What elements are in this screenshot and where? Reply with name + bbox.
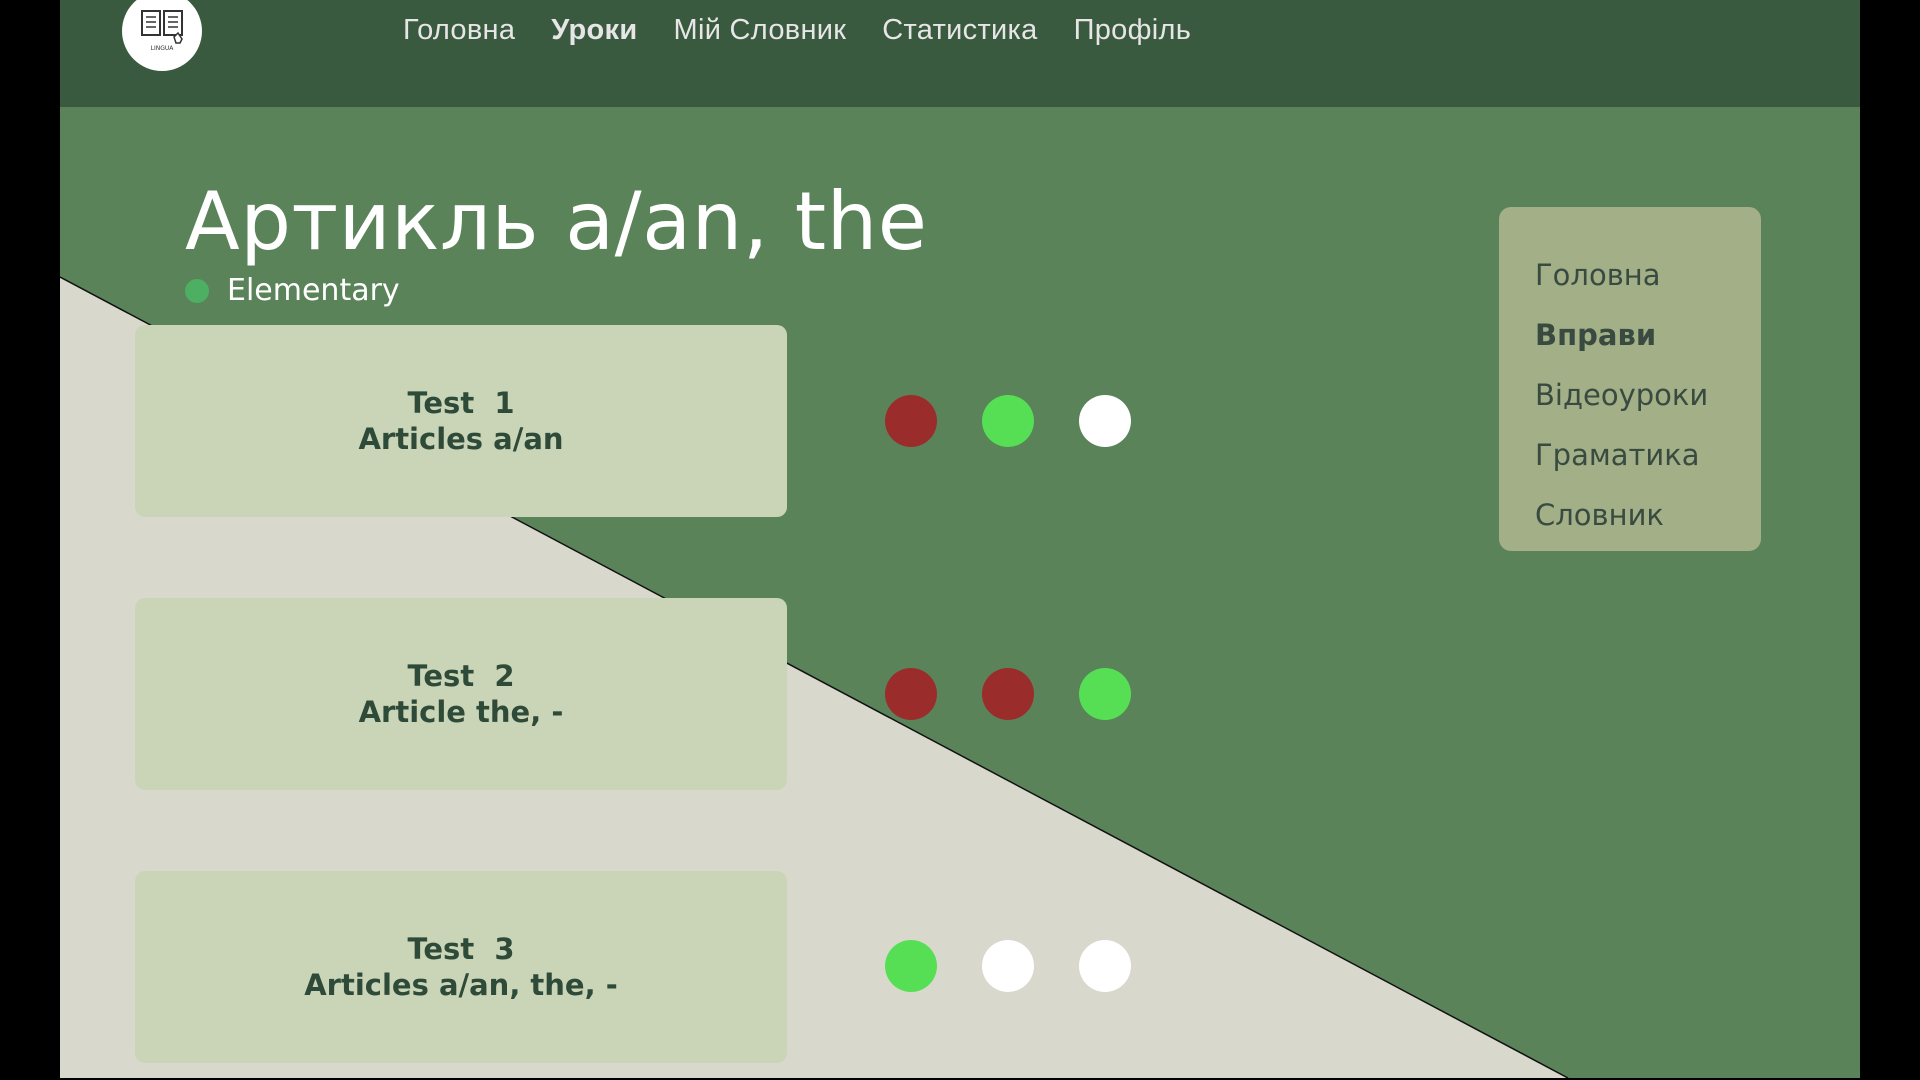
test-card-title: Test 3 <box>407 932 515 966</box>
side-menu-home[interactable]: Головна <box>1535 245 1761 305</box>
result-dot-white <box>1079 940 1131 992</box>
nav-my-dictionary[interactable]: Мій Словник <box>674 14 847 47</box>
book-icon <box>141 10 183 44</box>
test-card-1[interactable]: Test 1 Articles a/an <box>135 325 787 517</box>
test-1-results <box>885 395 1131 447</box>
logo[interactable]: LINGUA <box>122 0 202 71</box>
test-card-3[interactable]: Test 3 Articles a/an, the, - <box>135 871 787 1063</box>
side-menu-grammar[interactable]: Граматика <box>1535 425 1761 485</box>
logo-text: LINGUA <box>150 45 174 52</box>
result-dot-red <box>982 668 1034 720</box>
test-2-results <box>885 668 1131 720</box>
test-card-2[interactable]: Test 2 Article the, - <box>135 598 787 790</box>
result-dot-red <box>885 668 937 720</box>
page-title: Артикль a/an, the <box>185 175 928 268</box>
result-dot-green <box>885 940 937 992</box>
level-indicator: Elementary <box>185 273 400 308</box>
nav-profile[interactable]: Профіль <box>1074 14 1192 47</box>
top-header: LINGUA Головна Уроки Мій Словник Статист… <box>60 0 1860 107</box>
test-card-subtitle: Articles a/an <box>358 422 564 456</box>
test-card-title: Test 2 <box>407 659 515 693</box>
app-frame: LINGUA Головна Уроки Мій Словник Статист… <box>60 0 1860 1078</box>
main-nav: Головна Уроки Мій Словник Статистика Про… <box>403 14 1191 47</box>
test-card-title: Test 1 <box>407 386 515 420</box>
side-menu-video-lessons[interactable]: Відеоуроки <box>1535 365 1761 425</box>
level-label: Elementary <box>227 273 400 308</box>
test-card-subtitle: Articles a/an, the, - <box>304 968 618 1002</box>
result-dot-green <box>1079 668 1131 720</box>
nav-lessons[interactable]: Уроки <box>551 14 637 47</box>
side-menu: Головна Вправи Відеоуроки Граматика Слов… <box>1499 207 1761 551</box>
side-menu-dictionary[interactable]: Словник <box>1535 485 1761 545</box>
test-3-results <box>885 940 1131 992</box>
nav-statistics[interactable]: Статистика <box>882 14 1037 47</box>
result-dot-white <box>982 940 1034 992</box>
side-menu-exercises[interactable]: Вправи <box>1535 305 1761 365</box>
result-dot-white <box>1079 395 1131 447</box>
test-card-subtitle: Article the, - <box>358 695 564 729</box>
nav-home[interactable]: Головна <box>403 14 515 47</box>
level-dot-icon <box>185 278 209 303</box>
result-dot-red <box>885 395 937 447</box>
result-dot-green <box>982 395 1034 447</box>
